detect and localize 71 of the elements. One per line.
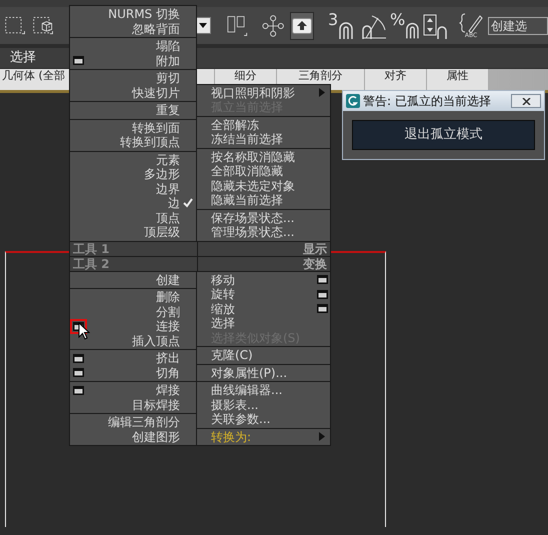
settings-box-icon[interactable] xyxy=(73,386,84,395)
quad-title: 显示 xyxy=(302,242,328,256)
settings-box-icon[interactable] xyxy=(73,56,84,66)
settings-box-icon[interactable] xyxy=(73,354,84,363)
menu-item[interactable]: 边 xyxy=(88,196,180,210)
menu-item[interactable]: 多边形 xyxy=(88,167,180,182)
menu-item[interactable]: 全部取消隐藏 xyxy=(211,164,314,178)
menu-item[interactable]: 按名称取消隐藏 xyxy=(211,150,314,164)
menu-item[interactable]: 对象属性(P)... xyxy=(211,366,314,380)
menu-item[interactable]: 转换为: xyxy=(211,430,314,444)
menu-item[interactable]: 曲线编辑器... xyxy=(211,383,314,398)
menu-item[interactable]: 焊接 xyxy=(88,383,180,398)
menu-item[interactable]: 创建 xyxy=(88,272,180,287)
menu-item[interactable]: 缩放 xyxy=(211,302,314,316)
exit-isolation-button[interactable]: 退出孤立模式 xyxy=(352,120,535,150)
settings-box-icon[interactable] xyxy=(73,368,84,378)
menu-item[interactable]: 选择 xyxy=(211,316,314,330)
menu-item[interactable]: 快速切片 xyxy=(88,86,180,100)
ribbon-tab[interactable]: 属性 xyxy=(427,69,489,90)
menu-item[interactable]: 摄影表... xyxy=(211,398,314,412)
menu-item[interactable]: 转换到顶点 xyxy=(88,135,180,150)
node-icon[interactable] xyxy=(262,12,284,38)
menu-item[interactable]: 插入顶点 xyxy=(88,334,180,348)
settings-box-icon[interactable] xyxy=(316,290,328,299)
quad-title: 工具 2 xyxy=(70,256,198,270)
ribbon-tab[interactable]: 对齐 xyxy=(365,69,427,90)
toggle-button[interactable] xyxy=(290,12,314,40)
menu-item[interactable]: 边界 xyxy=(88,182,180,196)
menu-item[interactable]: 挤出 xyxy=(88,351,180,366)
menu-item[interactable]: 隐藏当前选择 xyxy=(211,193,314,208)
menu-item[interactable]: 顶点 xyxy=(88,210,180,225)
menu-item[interactable]: 旋转 xyxy=(211,287,314,302)
named-selection-field[interactable]: 创建选 xyxy=(488,16,548,34)
menu-item[interactable]: 元素 xyxy=(88,152,180,167)
menu-item[interactable]: 删除 xyxy=(88,290,180,304)
menu-item[interactable]: 连接 xyxy=(88,319,180,334)
menu-item[interactable]: 附加 xyxy=(88,54,180,68)
quad-title: 工具 1 xyxy=(70,242,198,256)
ribbon-title: 选择 xyxy=(10,49,36,68)
menu-item[interactable]: 目标焊接 xyxy=(88,398,180,412)
menu-item[interactable]: 顶层级 xyxy=(88,225,180,240)
menu-item[interactable]: 创建图形 xyxy=(88,430,180,444)
menu-item[interactable]: 克隆(C) xyxy=(211,348,314,362)
menu-item[interactable]: 转换到面 xyxy=(88,120,180,135)
menu-item[interactable]: 塌陷 xyxy=(88,39,180,54)
menu-item[interactable]: 冻结当前选择 xyxy=(211,132,314,146)
settings-box-icon[interactable] xyxy=(316,304,328,314)
submenu-arrow-icon xyxy=(319,432,325,442)
menu-item[interactable]: NURMS 切换 xyxy=(88,7,180,22)
menu-item[interactable]: 重复 xyxy=(88,103,180,118)
quad-title: 变换 xyxy=(302,256,328,270)
menu-item[interactable]: 保存场景状态... xyxy=(211,210,314,225)
menu-item[interactable]: 剪切 xyxy=(88,71,180,86)
menu-item[interactable]: 管理场景状态... xyxy=(211,225,314,240)
menu-item[interactable]: 编辑三角剖分 xyxy=(88,415,180,430)
settings-box-icon[interactable] xyxy=(316,275,328,284)
submenu-arrow-icon xyxy=(319,88,325,98)
close-icon xyxy=(522,98,530,104)
menu-item[interactable]: 关联参数... xyxy=(211,412,314,426)
app-logo-icon xyxy=(346,94,360,108)
menu-item[interactable]: 切角 xyxy=(88,366,180,380)
menu-item[interactable]: 分割 xyxy=(88,304,180,319)
menu-item[interactable]: 移动 xyxy=(211,272,314,287)
menu-item[interactable]: 全部解冻 xyxy=(211,118,314,132)
spinner-snap-icon[interactable] xyxy=(422,12,450,40)
menu-item[interactable]: 隐藏未选定对象 xyxy=(211,178,314,193)
mouse-cursor-icon xyxy=(78,322,90,340)
close-button[interactable] xyxy=(511,94,541,108)
menu-item[interactable]: 忽略背面 xyxy=(88,22,180,36)
caret-icon xyxy=(198,23,207,28)
dialog-title: 警告: 已孤立的当前选择 xyxy=(363,93,492,110)
